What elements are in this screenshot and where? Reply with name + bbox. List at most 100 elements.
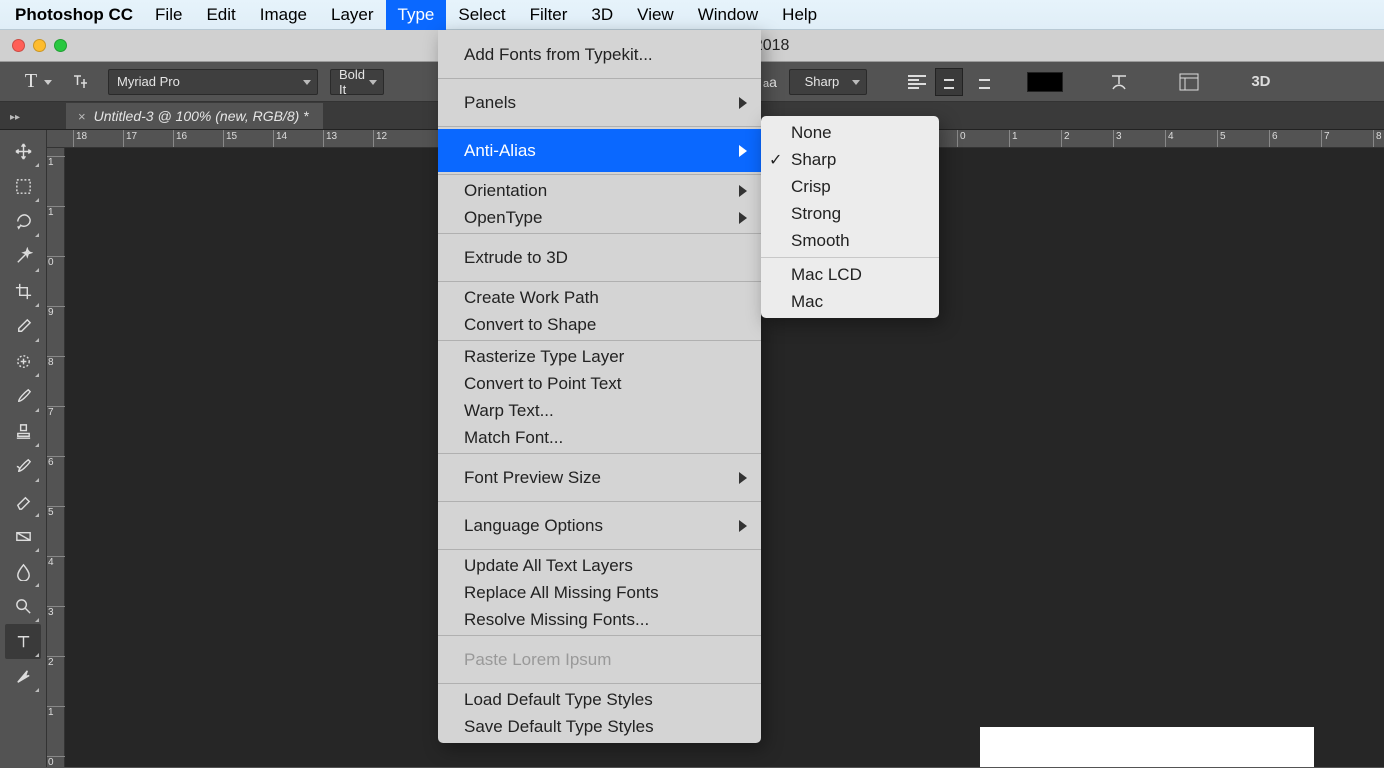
antialias-option-strong[interactable]: Strong	[761, 200, 939, 227]
antialias-option-sharp[interactable]: ✓Sharp	[761, 146, 939, 173]
eraser-tool[interactable]	[5, 484, 41, 519]
history-tool[interactable]	[5, 449, 41, 484]
menu-3d[interactable]: 3D	[579, 0, 625, 30]
menu-item-warp-text[interactable]: Warp Text...	[438, 397, 761, 424]
ruler-tick: 15	[223, 130, 237, 148]
menu-item-orientation[interactable]: Orientation	[438, 177, 761, 204]
ruler-tick: 7	[1321, 130, 1330, 148]
minimize-window-button[interactable]	[33, 39, 46, 52]
menu-item-opentype[interactable]: OpenType	[438, 204, 761, 231]
stamp-tool[interactable]	[5, 414, 41, 449]
eyedropper-tool[interactable]	[5, 309, 41, 344]
menu-window[interactable]: Window	[686, 0, 770, 30]
antialias-option-mac-lcd[interactable]: Mac LCD	[761, 261, 939, 288]
warp-text-button[interactable]	[1105, 68, 1133, 96]
antialias-submenu: None✓Sharp Crisp Strong Smooth Mac LCD Mac	[761, 116, 939, 318]
menu-select[interactable]: Select	[446, 0, 517, 30]
wand-tool[interactable]	[5, 239, 41, 274]
menu-item-convert-to-shape[interactable]: Convert to Shape	[438, 311, 761, 338]
menu-item-panels[interactable]: Panels	[438, 81, 761, 124]
menu-edit[interactable]: Edit	[194, 0, 247, 30]
menu-item-load-default-type-styles[interactable]: Load Default Type Styles	[438, 686, 761, 713]
ruler-tick: 6	[47, 456, 65, 468]
menu-separator	[438, 453, 761, 454]
brush-tool[interactable]	[5, 379, 41, 414]
menu-item-extrude-to-3d[interactable]: Extrude to 3D	[438, 236, 761, 279]
option-label: Smooth	[791, 231, 850, 251]
zoom-window-button[interactable]	[54, 39, 67, 52]
submenu-arrow-icon	[739, 212, 747, 224]
type-tool[interactable]	[5, 624, 41, 659]
expand-panels-icon[interactable]: ▸▸	[4, 112, 26, 129]
antialias-option-smooth[interactable]: Smooth	[761, 227, 939, 254]
submenu-arrow-icon	[739, 145, 747, 157]
marquee-tool[interactable]	[5, 169, 41, 204]
antialias-option-crisp[interactable]: Crisp	[761, 173, 939, 200]
antialias-value: Sharp	[805, 74, 840, 89]
artboard	[980, 727, 1314, 767]
ruler-tick: 1	[47, 706, 65, 718]
blur-tool[interactable]	[5, 554, 41, 589]
menu-item-anti-alias[interactable]: Anti-Alias	[438, 129, 761, 172]
menu-layer[interactable]: Layer	[319, 0, 386, 30]
ruler-tick: 3	[1113, 130, 1122, 148]
path-tool[interactable]	[5, 659, 41, 694]
align-right-button[interactable]	[967, 68, 995, 96]
menu-separator	[438, 78, 761, 79]
menu-item-paste-lorem-ipsum: Paste Lorem Ipsum	[438, 638, 761, 681]
menu-help[interactable]: Help	[770, 0, 829, 30]
menu-separator	[761, 257, 939, 258]
antialias-select[interactable]: Sharp	[789, 69, 867, 95]
ruler-tick: 6	[1269, 130, 1278, 148]
ruler-tick: 4	[47, 556, 65, 568]
tools-panel	[0, 130, 47, 767]
font-family-value: Myriad Pro	[117, 74, 180, 89]
gradient-tool[interactable]	[5, 519, 41, 554]
menu-item-rasterize-type-layer[interactable]: Rasterize Type Layer	[438, 343, 761, 370]
close-tab-icon[interactable]: ×	[78, 109, 86, 124]
menu-item-save-default-type-styles[interactable]: Save Default Type Styles	[438, 713, 761, 740]
menu-item-update-all-text-layers[interactable]: Update All Text Layers	[438, 552, 761, 579]
heal-tool[interactable]	[5, 344, 41, 379]
ruler-tick: 5	[1217, 130, 1226, 148]
menu-view[interactable]: View	[625, 0, 686, 30]
menu-item-resolve-missing-fonts[interactable]: Resolve Missing Fonts...	[438, 606, 761, 633]
menu-separator	[438, 233, 761, 234]
lasso-tool[interactable]	[5, 204, 41, 239]
menu-item-create-work-path[interactable]: Create Work Path	[438, 284, 761, 311]
font-weight-select[interactable]: Bold It	[330, 69, 384, 95]
menu-item-font-preview-size[interactable]: Font Preview Size	[438, 456, 761, 499]
align-left-button[interactable]	[903, 68, 931, 96]
menu-item-replace-all-missing-fonts[interactable]: Replace All Missing Fonts	[438, 579, 761, 606]
ruler-tick: 8	[1373, 130, 1382, 148]
check-icon: ✓	[769, 150, 782, 170]
document-tab[interactable]: × Untitled-3 @ 100% (new, RGB/8) *	[66, 103, 323, 129]
antialias-option-mac[interactable]: Mac	[761, 288, 939, 315]
dodge-tool[interactable]	[5, 589, 41, 624]
close-window-button[interactable]	[12, 39, 25, 52]
text-orientation-button[interactable]	[66, 72, 96, 92]
menu-item-add-fonts-from-typekit[interactable]: Add Fonts from Typekit...	[438, 33, 761, 76]
menu-type[interactable]: Type	[386, 0, 447, 30]
menu-image[interactable]: Image	[248, 0, 319, 30]
font-family-select[interactable]: Myriad Pro	[108, 69, 318, 95]
align-center-button[interactable]	[935, 68, 963, 96]
menu-file[interactable]: File	[143, 0, 194, 30]
ruler-tick: 2	[1061, 130, 1070, 148]
move-tool[interactable]	[5, 134, 41, 169]
menu-separator	[438, 281, 761, 282]
option-label: Crisp	[791, 177, 831, 197]
menu-item-match-font[interactable]: Match Font...	[438, 424, 761, 451]
ruler-tick: 12	[373, 130, 387, 148]
antialias-option-none[interactable]: None	[761, 119, 939, 146]
option-label: Mac LCD	[791, 265, 862, 285]
active-tool-indicator[interactable]: T	[8, 68, 54, 96]
menu-item-language-options[interactable]: Language Options	[438, 504, 761, 547]
crop-tool[interactable]	[5, 274, 41, 309]
character-panel-button[interactable]	[1175, 68, 1203, 96]
menu-item-convert-to-point-text[interactable]: Convert to Point Text	[438, 370, 761, 397]
text-color-swatch[interactable]	[1027, 72, 1063, 92]
type-menu-dropdown: Add Fonts from Typekit... Panels Anti-Alia…	[438, 30, 761, 743]
3d-button[interactable]: 3D	[1245, 68, 1277, 96]
menu-filter[interactable]: Filter	[518, 0, 580, 30]
